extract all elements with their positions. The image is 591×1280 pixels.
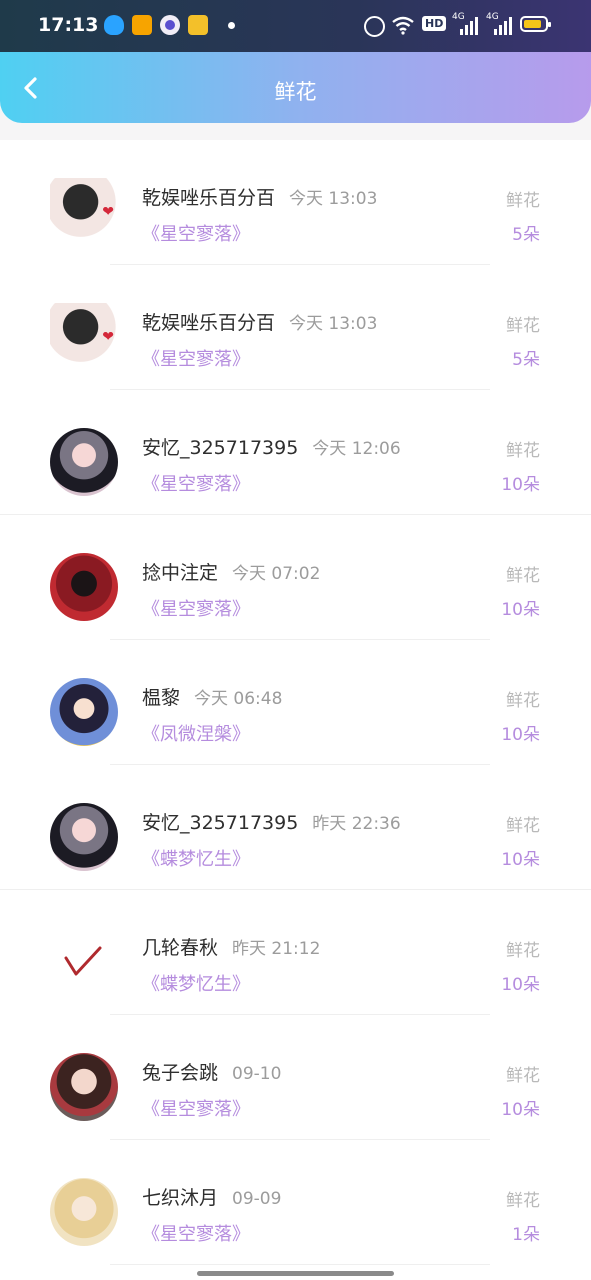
gift-type-label: 鲜花: [506, 316, 540, 336]
gift-count: 10朵: [501, 1100, 540, 1120]
avatar[interactable]: [50, 553, 118, 621]
list-item[interactable]: 榅黎 今天 06:48 《凤微涅槃》 鲜花 10朵: [0, 640, 591, 765]
gift-type-label: 鲜花: [506, 1191, 540, 1211]
room-name: 《星空寥落》: [142, 474, 250, 495]
gift-type-label: 鲜花: [506, 816, 540, 836]
avatar[interactable]: [50, 928, 118, 996]
wifi-icon: [392, 16, 414, 35]
room-name: 《星空寥落》: [142, 349, 250, 370]
battery-icon: [520, 16, 551, 32]
gift-count: 5朵: [512, 225, 540, 245]
sent-time: 今天 13:03: [289, 189, 378, 209]
sent-time: 昨天 22:36: [312, 814, 401, 834]
more-notifications-dot-icon: [228, 22, 235, 29]
list-item[interactable]: 安忆_325717395 今天 12:06 《星空寥落》 鲜花 10朵: [0, 390, 591, 515]
signal-strength-icon: 4G: [486, 12, 512, 35]
status-bar: 17:13 HD 4G 4G: [0, 0, 591, 52]
sender-name: 乾娱唑乐百分百: [142, 187, 276, 209]
alarm-icon: [364, 16, 385, 37]
avatar[interactable]: [50, 1053, 118, 1121]
page-title: 鲜花: [274, 80, 317, 104]
room-name: 《星空寥落》: [142, 224, 250, 245]
gift-count: 10朵: [501, 850, 540, 870]
avatar[interactable]: [50, 678, 118, 746]
sent-time: 今天 07:02: [232, 564, 321, 584]
avatar[interactable]: [50, 178, 118, 246]
room-name: 《凤微涅槃》: [142, 724, 250, 745]
gift-count: 10朵: [501, 475, 540, 495]
gift-type-label: 鲜花: [506, 566, 540, 586]
list-item[interactable]: 七织沐月 09-09 《星空寥落》 鲜花 1朵: [0, 1140, 591, 1265]
sender-name: 七织沐月: [142, 1187, 219, 1209]
flower-record-list: 乾娱唑乐百分百今天 13:03 《星空寥落》 鲜花 5朵 乾娱唑乐百分百今天 1…: [0, 140, 591, 1280]
sent-time: 今天 12:06: [312, 439, 401, 459]
checkmark-icon: [64, 946, 102, 976]
sent-time: 今天 06:48: [194, 689, 283, 709]
gift-type-label: 鲜花: [506, 941, 540, 961]
gift-type-label: 鲜花: [506, 1066, 540, 1086]
notification-app-icon: [132, 15, 152, 35]
sender-name: 兔子会跳: [142, 1062, 219, 1084]
sender-name: 乾娱唑乐百分百: [142, 312, 276, 334]
gift-count: 10朵: [501, 975, 540, 995]
sender-name: 安忆_325717395: [142, 812, 299, 834]
gift-count: 10朵: [501, 725, 540, 745]
gift-count: 5朵: [512, 350, 540, 370]
sender-name: 安忆_325717395: [142, 437, 299, 459]
sender-name: 榅黎: [142, 687, 181, 709]
sent-time: 今天 13:03: [289, 314, 378, 334]
signal-strength-icon: 4G: [452, 12, 478, 35]
list-item[interactable]: 乾娱唑乐百分百今天 13:03 《星空寥落》 鲜花 5朵: [0, 140, 591, 265]
qq-app-icon: [104, 15, 124, 35]
gift-type-label: 鲜花: [506, 691, 540, 711]
notification-app-icon: [188, 15, 208, 35]
room-name: 《蝶梦忆生》: [142, 974, 250, 995]
room-name: 《星空寥落》: [142, 1099, 250, 1120]
list-item[interactable]: 安忆_325717395 昨天 22:36 《蝶梦忆生》 鲜花 10朵: [0, 765, 591, 890]
gift-type-label: 鲜花: [506, 191, 540, 211]
status-time: 17:13: [38, 14, 99, 36]
list-item[interactable]: 几轮春秋 昨天 21:12 《蝶梦忆生》 鲜花 10朵: [0, 890, 591, 1015]
gift-type-label: 鲜花: [506, 441, 540, 461]
list-item[interactable]: 兔子会跳 09-10 《星空寥落》 鲜花 10朵: [0, 1015, 591, 1140]
avatar[interactable]: [50, 803, 118, 871]
room-name: 《星空寥落》: [142, 1224, 250, 1245]
avatar[interactable]: [50, 303, 118, 371]
gift-count: 1朵: [512, 1225, 540, 1245]
sender-name: 捻中注定: [142, 562, 219, 584]
sent-time: 昨天 21:12: [232, 939, 321, 959]
avatar[interactable]: [50, 428, 118, 496]
gift-count: 10朵: [501, 600, 540, 620]
hd-voice-icon: HD: [422, 16, 447, 31]
list-item[interactable]: 捻中注定 今天 07:02 《星空寥落》 鲜花 10朵: [0, 515, 591, 640]
sender-name: 几轮春秋: [142, 937, 219, 959]
avatar[interactable]: [50, 1178, 118, 1246]
home-indicator[interactable]: [197, 1271, 394, 1276]
divider: [110, 1264, 490, 1265]
page-header: 鲜花: [0, 52, 591, 123]
list-item[interactable]: 乾娱唑乐百分百今天 13:03 《星空寥落》 鲜花 5朵: [0, 265, 591, 390]
room-name: 《星空寥落》: [142, 599, 250, 620]
room-name: 《蝶梦忆生》: [142, 849, 250, 870]
notification-app-icon: [160, 15, 180, 35]
sent-time: 09-10: [232, 1064, 282, 1084]
sent-time: 09-09: [232, 1189, 282, 1209]
